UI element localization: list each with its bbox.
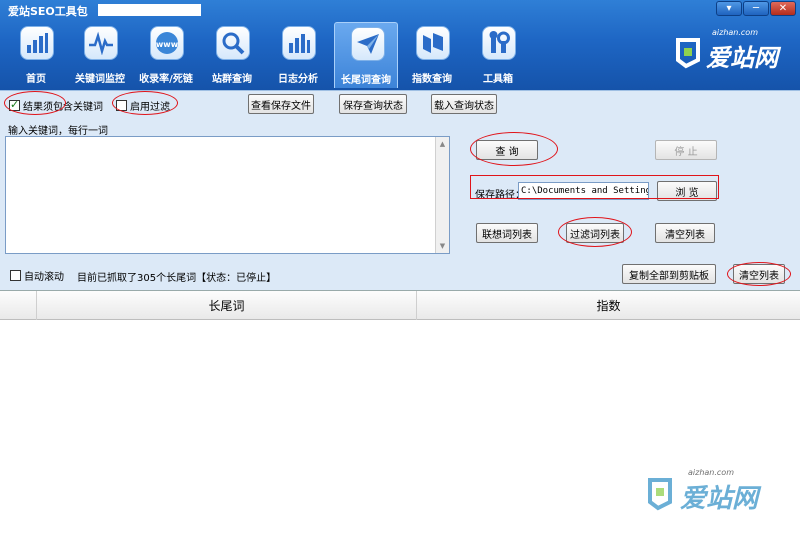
tools-icon bbox=[482, 26, 516, 60]
svg-text:www: www bbox=[156, 40, 179, 49]
nav-label-home: 首页 bbox=[26, 74, 46, 85]
nav-label-index-query: 指数查询 bbox=[412, 74, 452, 85]
minimize-button[interactable]: ─ bbox=[743, 1, 769, 16]
nav-item-toolbox[interactable]: 工具箱 bbox=[466, 22, 530, 88]
auto-scroll-label: 自动滚动 bbox=[24, 272, 64, 283]
query-button[interactable]: 查 询 bbox=[476, 140, 538, 160]
nav-label-long-tail: 长尾词查询 bbox=[341, 75, 391, 86]
nav-label-index-rate: 收录率/死链 bbox=[139, 74, 193, 85]
enable-filter-label: 启用过滤 bbox=[130, 102, 170, 113]
table-header: 长尾词 指数 bbox=[0, 291, 800, 320]
search-icon bbox=[216, 26, 250, 60]
www-globe-icon: www bbox=[150, 26, 184, 60]
nav-item-keyword-monitor[interactable]: 关键词监控 bbox=[68, 22, 132, 88]
must-contain-keyword-checkbox[interactable]: 结果须包含关键词 bbox=[9, 98, 103, 113]
query-panel: 输入关键词，每行一词 ▲ ▼ 查 询 停 止 保存路径： C:\Document… bbox=[0, 118, 800, 290]
nav-label-site-group: 站群查询 bbox=[212, 74, 252, 85]
main-nav: 首页 关键词监控 www 收录率/死链 站群查询 日志分析 长尾词查询 指数查询… bbox=[0, 22, 540, 88]
auto-scroll-box[interactable] bbox=[10, 270, 21, 281]
enable-filter-box[interactable] bbox=[116, 100, 127, 111]
column-header-index[interactable]: 指数 bbox=[417, 291, 800, 320]
nav-item-long-tail[interactable]: 长尾词查询 bbox=[334, 22, 398, 88]
keyword-textarea[interactable]: ▲ ▼ bbox=[5, 136, 450, 254]
log-chart-icon bbox=[282, 26, 316, 60]
nav-item-site-group[interactable]: 站群查询 bbox=[200, 22, 264, 88]
watermark-text: 爱站网 bbox=[680, 484, 759, 514]
watermark-domain: aizhan.com bbox=[688, 468, 734, 477]
scroll-up-icon[interactable]: ▲ bbox=[436, 137, 449, 151]
keyword-input-label: 输入关键词，每行一词 bbox=[8, 126, 108, 137]
filter-list-button[interactable]: 过滤词列表 bbox=[566, 223, 624, 243]
app-title: 爱站SEO工具包 bbox=[8, 5, 88, 18]
aizhan-watermark: aizhan.com 爱站网 bbox=[640, 468, 790, 518]
title-redaction bbox=[98, 4, 201, 16]
logo-mark-icon bbox=[676, 38, 700, 69]
keyword-monitor-icon bbox=[84, 26, 118, 60]
stop-button[interactable]: 停 止 bbox=[655, 140, 717, 160]
nav-item-index-rate[interactable]: www 收录率/死链 bbox=[134, 22, 198, 88]
options-bar: 结果须包含关键词 启用过滤 查看保存文件 保存查询状态 载入查询状态 bbox=[0, 90, 800, 118]
keyword-scrollbar[interactable]: ▲ ▼ bbox=[435, 137, 449, 253]
window-controls: ▾ ─ ✕ bbox=[716, 1, 796, 16]
must-contain-keyword-label: 结果须包含关键词 bbox=[23, 102, 103, 113]
paper-plane-icon bbox=[351, 27, 385, 61]
clear-results-button[interactable]: 清空列表 bbox=[733, 264, 785, 284]
auto-scroll-checkbox[interactable]: 自动滚动 bbox=[10, 268, 64, 283]
column-header-long-tail[interactable]: 长尾词 bbox=[37, 291, 417, 320]
nav-label-keyword-monitor: 关键词监控 bbox=[75, 74, 125, 85]
save-path-input[interactable]: C:\Documents and Settings bbox=[518, 182, 649, 200]
logo-text: 爱站网 bbox=[706, 44, 778, 72]
scroll-down-icon[interactable]: ▼ bbox=[436, 239, 449, 253]
nav-label-toolbox: 工具箱 bbox=[483, 74, 513, 85]
nav-item-home[interactable]: 首页 bbox=[4, 22, 68, 88]
home-icon bbox=[20, 26, 54, 60]
copy-all-button[interactable]: 复制全部到剪贴板 bbox=[622, 264, 716, 284]
browse-button[interactable]: 浏 览 bbox=[657, 181, 717, 201]
aizhan-logo: aizhan.com 爱站网 bbox=[668, 28, 792, 74]
nav-label-log-analysis: 日志分析 bbox=[278, 74, 318, 85]
watermark-mark-icon bbox=[648, 478, 672, 511]
row-indicator-header bbox=[0, 291, 37, 320]
enable-filter-checkbox[interactable]: 启用过滤 bbox=[116, 98, 170, 113]
load-query-state-button[interactable]: 载入查询状态 bbox=[431, 94, 497, 114]
nav-item-index-query[interactable]: 指数查询 bbox=[400, 22, 464, 88]
clear-list-button[interactable]: 清空列表 bbox=[655, 223, 715, 243]
logo-domain: aizhan.com bbox=[712, 28, 758, 37]
app-header: 爱站SEO工具包 ▾ ─ ✕ 首页 关键词监控 www 收录率/死链 站群查询 … bbox=[0, 0, 800, 90]
nav-item-log-analysis[interactable]: 日志分析 bbox=[266, 22, 330, 88]
index-icon bbox=[416, 26, 450, 60]
status-text: 目前已抓取了305个长尾词【状态：已停止】 bbox=[77, 273, 277, 284]
save-query-state-button[interactable]: 保存查询状态 bbox=[339, 94, 407, 114]
title-bar: 爱站SEO工具包 ▾ ─ ✕ bbox=[0, 0, 800, 20]
must-contain-keyword-box[interactable] bbox=[9, 98, 20, 111]
menu-dropdown-button[interactable]: ▾ bbox=[716, 1, 742, 16]
close-button[interactable]: ✕ bbox=[770, 1, 796, 16]
view-saved-file-button[interactable]: 查看保存文件 bbox=[248, 94, 314, 114]
suggest-list-button[interactable]: 联想词列表 bbox=[476, 223, 538, 243]
